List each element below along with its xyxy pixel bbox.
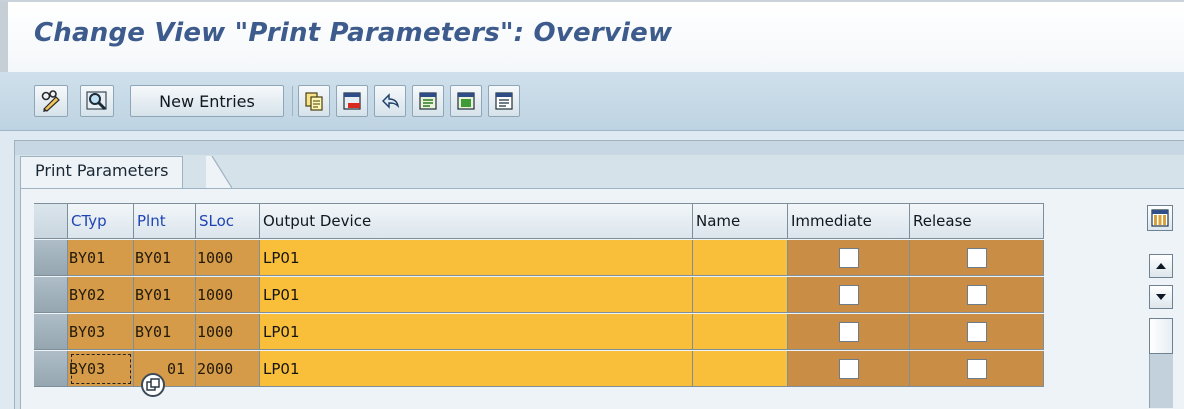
table-row: BY01 BY01 1000 LP01	[34, 240, 1044, 276]
tab-print-parameters[interactable]: Print Parameters	[20, 156, 184, 188]
copy-as-button[interactable]	[298, 85, 330, 117]
output-device-field[interactable]: LP01	[260, 240, 693, 276]
release-checkbox[interactable]	[966, 284, 987, 305]
release-cell	[910, 277, 1044, 313]
plnt-cell: BY01	[134, 240, 196, 276]
row-selector[interactable]	[34, 314, 68, 350]
select-all-button[interactable]	[412, 85, 444, 117]
magnifier-icon	[86, 91, 107, 111]
release-cell	[910, 240, 1044, 276]
undo-icon	[382, 93, 400, 109]
row-selector[interactable]	[34, 277, 68, 313]
release-checkbox[interactable]	[966, 358, 987, 379]
release-cell	[910, 314, 1044, 350]
immediate-cell	[788, 277, 910, 313]
column-header-sloc[interactable]: SLoc	[196, 203, 260, 239]
immediate-checkbox[interactable]	[838, 284, 859, 305]
sloc-cell: 2000	[196, 351, 260, 387]
deselect-all-button[interactable]	[488, 85, 520, 117]
drag-cursor-icon	[141, 373, 165, 397]
scroll-down-button[interactable]	[1149, 285, 1173, 309]
immediate-cell	[788, 240, 910, 276]
page-title: Change View "Print Parameters": Overview	[34, 18, 673, 48]
find-button[interactable]	[80, 85, 114, 117]
copy-cursor-glyph	[146, 378, 160, 391]
column-header-immediate[interactable]: Immediate	[788, 203, 910, 239]
column-header-plnt[interactable]: Plnt	[134, 203, 196, 239]
scroll-down-icon	[1156, 294, 1166, 300]
delete-icon	[343, 92, 361, 110]
table-settings-icon	[1151, 209, 1169, 227]
new-entries-button[interactable]: New Entries	[130, 85, 284, 117]
sloc-cell: 1000	[196, 277, 260, 313]
table-row: BY02 BY01 1000 LP01	[34, 277, 1044, 313]
sloc-cell: 1000	[196, 314, 260, 350]
immediate-checkbox[interactable]	[838, 321, 859, 342]
table-settings-button[interactable]	[1147, 205, 1173, 231]
name-field[interactable]	[693, 277, 788, 313]
plnt-cell: BY01	[134, 314, 196, 350]
immediate-checkbox[interactable]	[838, 247, 859, 268]
output-device-field[interactable]: LP01	[260, 351, 693, 387]
column-header-output-device[interactable]: Output Device	[260, 203, 693, 239]
output-device-field[interactable]: LP01	[260, 277, 693, 313]
ctyp-cell: BY03	[68, 351, 134, 387]
column-header-ctyp[interactable]: CTyp	[68, 203, 134, 239]
undo-change-button[interactable]	[374, 85, 406, 117]
row-selector[interactable]	[34, 351, 68, 387]
name-field[interactable]	[693, 351, 788, 387]
release-cell	[910, 351, 1044, 387]
plnt-cell: BY01	[134, 277, 196, 313]
copy-icon	[305, 92, 323, 111]
column-header-name[interactable]: Name	[693, 203, 788, 239]
delete-button[interactable]	[336, 85, 368, 117]
release-checkbox[interactable]	[966, 321, 987, 342]
sloc-cell: 1000	[196, 240, 260, 276]
row-selector[interactable]	[34, 240, 68, 276]
name-field[interactable]	[693, 314, 788, 350]
select-block-icon	[457, 92, 475, 110]
scroll-up-icon	[1156, 263, 1166, 269]
pencil-glasses-icon	[41, 90, 60, 112]
ctyp-cell: BY03	[68, 314, 134, 350]
frame-band	[15, 141, 1184, 155]
ctyp-cell: BY02	[68, 277, 134, 313]
title-bar-edge	[0, 2, 8, 74]
deselect-all-icon	[495, 92, 513, 110]
select-all-rows-cell[interactable]	[34, 203, 68, 239]
immediate-cell	[788, 351, 910, 387]
display-change-button[interactable]	[34, 85, 68, 117]
table-header: CTyp Plnt SLoc Output Device Name Immedi…	[34, 203, 1044, 239]
name-field[interactable]	[693, 240, 788, 276]
scrollbar-thumb[interactable]	[1149, 318, 1173, 354]
release-checkbox[interactable]	[966, 247, 987, 268]
table-row: BY03 01 2000 LP01	[34, 351, 1044, 387]
immediate-cell	[788, 314, 910, 350]
immediate-checkbox[interactable]	[838, 358, 859, 379]
tab-edge	[206, 156, 232, 188]
scroll-up-button[interactable]	[1149, 254, 1173, 278]
ctyp-cell: BY01	[68, 240, 134, 276]
select-all-icon	[419, 92, 437, 110]
output-device-field[interactable]: LP01	[260, 314, 693, 350]
select-block-button[interactable]	[450, 85, 482, 117]
title-bar: Change View "Print Parameters": Overview	[0, 0, 1184, 74]
table-row: BY03 BY01 1000 LP01	[34, 314, 1044, 350]
application-toolbar: New Entries	[0, 72, 1184, 131]
toolbar-separator	[292, 86, 293, 116]
column-header-release[interactable]: Release	[910, 203, 1044, 239]
